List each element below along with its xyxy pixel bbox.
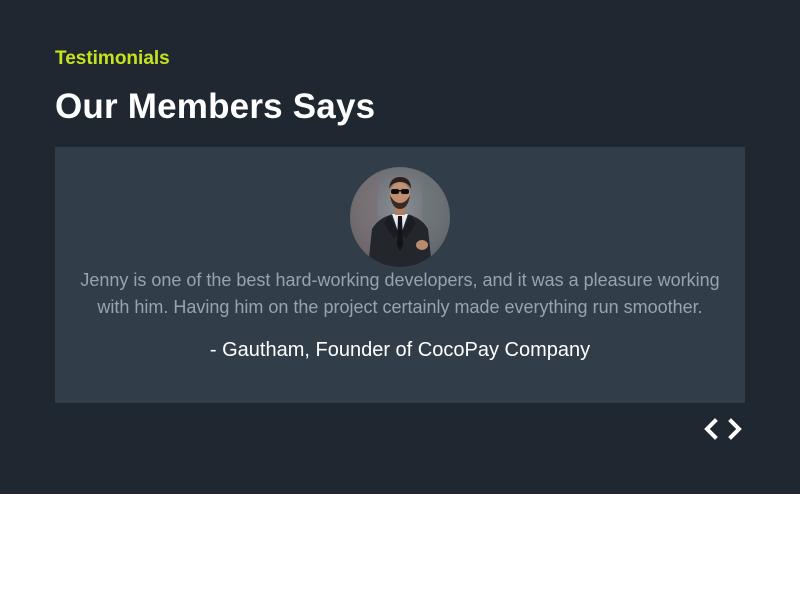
man-in-suit-avatar-icon: [350, 167, 450, 267]
testimonial-quote: Jenny is one of the best hard-working de…: [80, 270, 720, 317]
chevron-left-icon: [704, 418, 718, 440]
chevron-right-icon: [728, 418, 742, 440]
testimonial-card: Jenny is one of the best hard-working de…: [55, 147, 745, 403]
previous-testimonial-button[interactable]: [700, 417, 722, 441]
testimonials-section: Testimonials Our Members Says Jenny is o…: [0, 0, 800, 494]
avatar: [350, 167, 450, 267]
section-eyebrow: Testimonials: [55, 48, 170, 69]
next-testimonial-button[interactable]: [724, 417, 746, 441]
section-title: Our Members Says: [55, 87, 376, 126]
testimonial-author: - Gautham, Founder of CocoPay Company: [209, 339, 591, 361]
